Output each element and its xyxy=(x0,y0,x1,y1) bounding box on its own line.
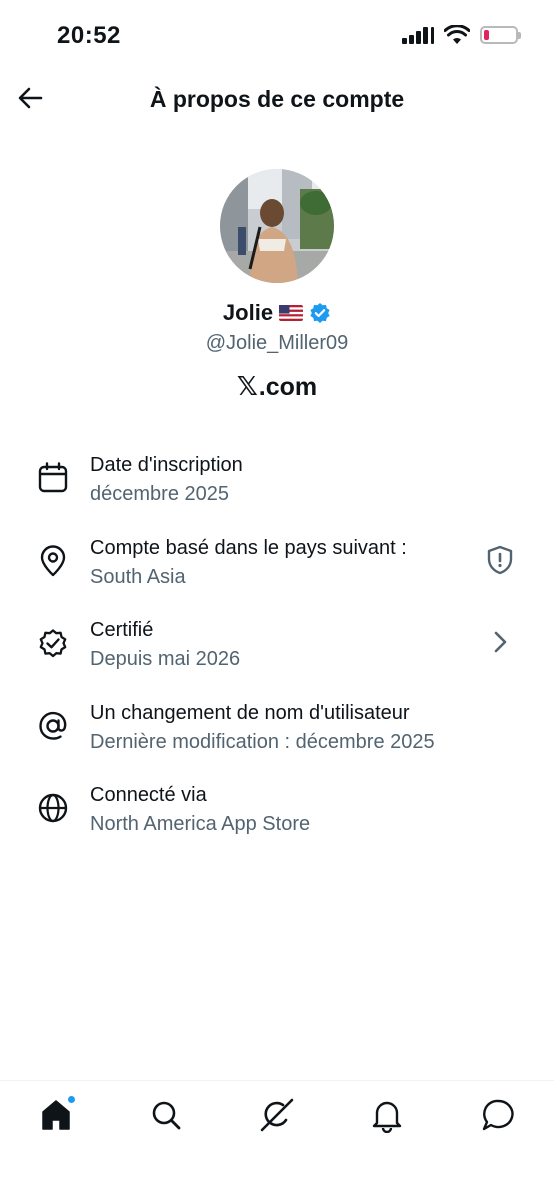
info-item-username-change: Un changement de nom d'utilisateur Derni… xyxy=(0,685,554,768)
domain-text: .com xyxy=(258,372,318,401)
status-bar: 20:52 xyxy=(0,0,554,72)
info-label: Certifié xyxy=(90,619,154,641)
info-value: Depuis mai 2026 xyxy=(90,648,241,670)
chevron-right-icon[interactable] xyxy=(484,626,516,658)
notification-dot xyxy=(67,1095,76,1104)
x-logo-icon: 𝕏 xyxy=(236,372,258,402)
profile-handle: @Jolie_Miller09 xyxy=(205,332,349,354)
info-value: South Asia xyxy=(90,565,186,588)
nav-search[interactable] xyxy=(148,1097,184,1133)
info-value: Dernière modification : décembre 2025 xyxy=(90,730,435,753)
nav-notifications[interactable] xyxy=(369,1097,405,1134)
page-title: À propos de ce compte xyxy=(149,86,405,112)
globe-icon xyxy=(38,793,68,823)
location-pin-icon xyxy=(40,544,66,576)
search-icon xyxy=(152,1101,181,1130)
status-icons xyxy=(402,25,521,45)
info-item-country: Compte basé dans le pays suivant : South… xyxy=(0,520,554,603)
info-value: North America App Store xyxy=(90,813,311,835)
calendar-icon xyxy=(38,462,68,493)
verified-check-icon[interactable] xyxy=(309,302,331,324)
nav-grok[interactable] xyxy=(259,1097,295,1133)
info-item-connected-via: Connecté via North America App Store xyxy=(0,767,554,850)
grok-icon xyxy=(260,1098,294,1132)
shield-alert-icon[interactable] xyxy=(484,544,516,576)
notifications-bell-icon xyxy=(372,1101,402,1134)
profile-name-row: Jolie xyxy=(0,300,554,326)
nav-messages[interactable] xyxy=(480,1097,516,1133)
info-label: Connecté via xyxy=(90,784,207,806)
messages-icon xyxy=(482,1099,514,1131)
account-info-list: Date d'inscription décembre 2025 Compte … xyxy=(0,437,554,850)
battery-icon xyxy=(480,26,521,44)
at-sign-icon xyxy=(39,711,67,740)
wifi-icon xyxy=(444,25,470,44)
bottom-nav xyxy=(0,1080,554,1199)
domain-label: 𝕏 .com xyxy=(0,372,554,402)
avatar-photo xyxy=(220,169,334,283)
info-item-verified[interactable]: Certifié Depuis mai 2026 xyxy=(0,602,554,685)
info-label: Compte basé dans le pays suivant : xyxy=(90,536,407,559)
status-time: 20:52 xyxy=(57,22,121,49)
cellular-signal-icon xyxy=(402,26,434,44)
nav-home[interactable] xyxy=(38,1095,76,1133)
info-item-join-date: Date d'inscription décembre 2025 xyxy=(0,437,554,520)
battery-fill xyxy=(484,30,489,40)
us-flag-icon xyxy=(279,305,304,321)
verified-seal-icon xyxy=(39,629,67,658)
info-label: Un changement de nom d'utilisateur xyxy=(90,701,410,724)
profile-name: Jolie xyxy=(222,300,274,325)
info-value: décembre 2025 xyxy=(90,483,229,505)
header: À propos de ce compte xyxy=(0,72,554,128)
info-label: Date d'inscription xyxy=(90,454,243,476)
avatar[interactable] xyxy=(220,169,334,283)
